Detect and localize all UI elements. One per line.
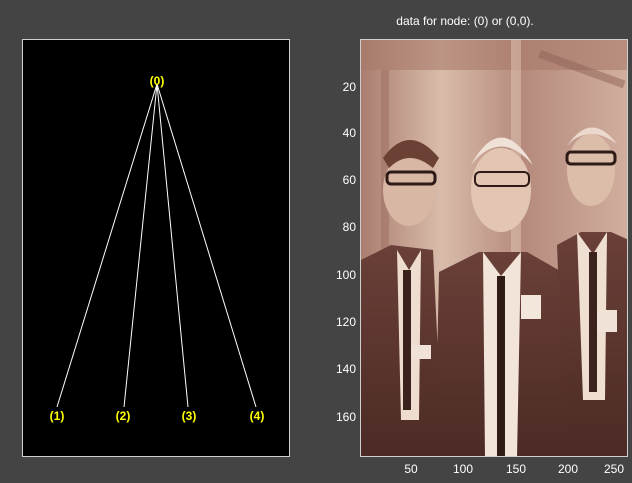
- y-tick-label: 60: [342, 173, 356, 187]
- y-tick-label: 140: [335, 362, 356, 376]
- y-tick-label: 20: [342, 80, 356, 94]
- x-tick-label: 150: [505, 462, 527, 476]
- tree-node-root[interactable]: (0): [150, 74, 165, 88]
- x-tick-label: 100: [452, 462, 474, 476]
- tree-node-3[interactable]: (3): [182, 409, 197, 423]
- x-tick-label: 250: [603, 462, 625, 476]
- y-tick-label: 80: [342, 220, 356, 234]
- edge-0-1: [56, 83, 158, 408]
- image-title: data for node: (0) or (0,0).: [396, 14, 534, 28]
- tree-node-4[interactable]: (4): [250, 409, 265, 423]
- edge-0-2: [123, 83, 158, 408]
- x-tick-label: 200: [557, 462, 579, 476]
- y-tick-label: 120: [335, 315, 356, 329]
- tree-edges: [56, 83, 257, 408]
- node-data-image: [361, 40, 627, 456]
- x-tick-label: 50: [404, 462, 418, 476]
- image-axes[interactable]: [360, 39, 628, 457]
- y-tick-label: 160: [335, 410, 356, 424]
- tree-node-2[interactable]: (2): [116, 409, 131, 423]
- tree-axes[interactable]: (0) (1) (2) (3) (4): [22, 39, 290, 457]
- y-tick-label: 100: [335, 268, 356, 282]
- edge-0-4: [156, 83, 257, 408]
- tree-node-1[interactable]: (1): [50, 409, 65, 423]
- edge-0-3: [156, 83, 189, 408]
- y-tick-label: 40: [342, 126, 356, 140]
